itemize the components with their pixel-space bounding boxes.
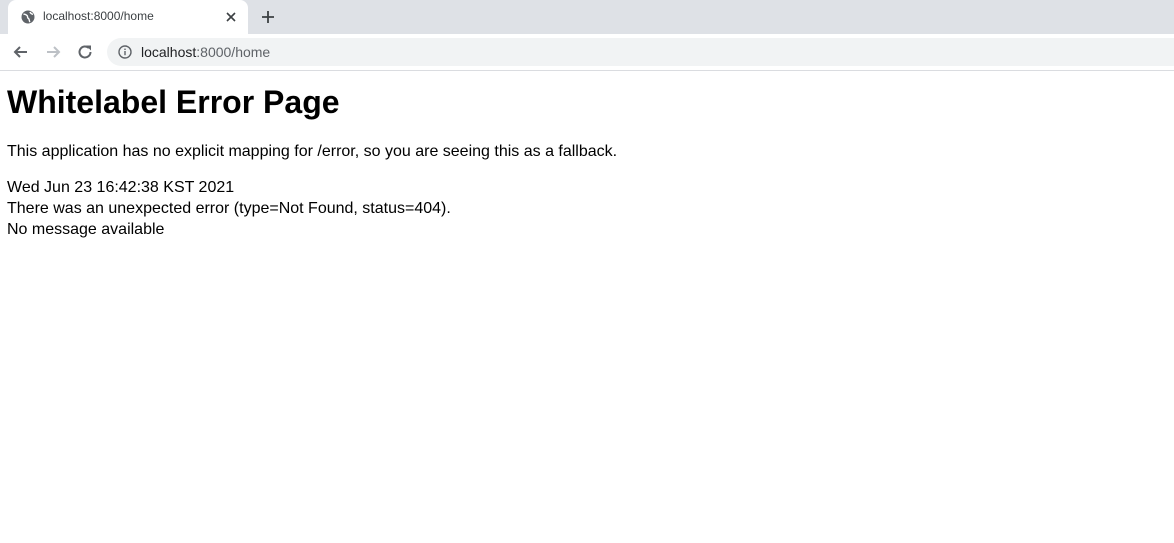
page-title: Whitelabel Error Page	[7, 84, 340, 120]
error-status: There was an unexpected error (type=Not …	[7, 200, 451, 217]
browser-toolbar: localhost:8000/home	[0, 34, 1174, 71]
page-content: Whitelabel Error Page This application h…	[7, 80, 1157, 240]
tab-title: localhost:8000/home	[43, 9, 154, 23]
back-arrow-icon[interactable]	[11, 42, 31, 62]
close-icon[interactable]	[223, 9, 239, 25]
forward-arrow-icon[interactable]	[43, 42, 63, 62]
url-host: localhost	[141, 44, 197, 60]
error-message: No message available	[7, 221, 165, 238]
reload-icon[interactable]	[75, 42, 95, 62]
error-details: Wed Jun 23 16:42:38 KST 2021 There was a…	[7, 177, 1157, 240]
url-path: :8000/home	[196, 44, 271, 60]
browser-tab[interactable]: localhost:8000/home	[8, 0, 248, 34]
info-icon[interactable]	[118, 45, 132, 59]
address-bar[interactable]: localhost:8000/home	[107, 38, 1174, 66]
error-timestamp: Wed Jun 23 16:42:38 KST 2021	[7, 179, 235, 196]
globe-icon	[20, 9, 36, 25]
new-tab-icon[interactable]	[259, 8, 277, 26]
url-text[interactable]: localhost:8000/home	[141, 44, 270, 60]
tab-strip: localhost:8000/home	[0, 0, 1174, 34]
error-explanation: This application has no explicit mapping…	[7, 143, 618, 160]
